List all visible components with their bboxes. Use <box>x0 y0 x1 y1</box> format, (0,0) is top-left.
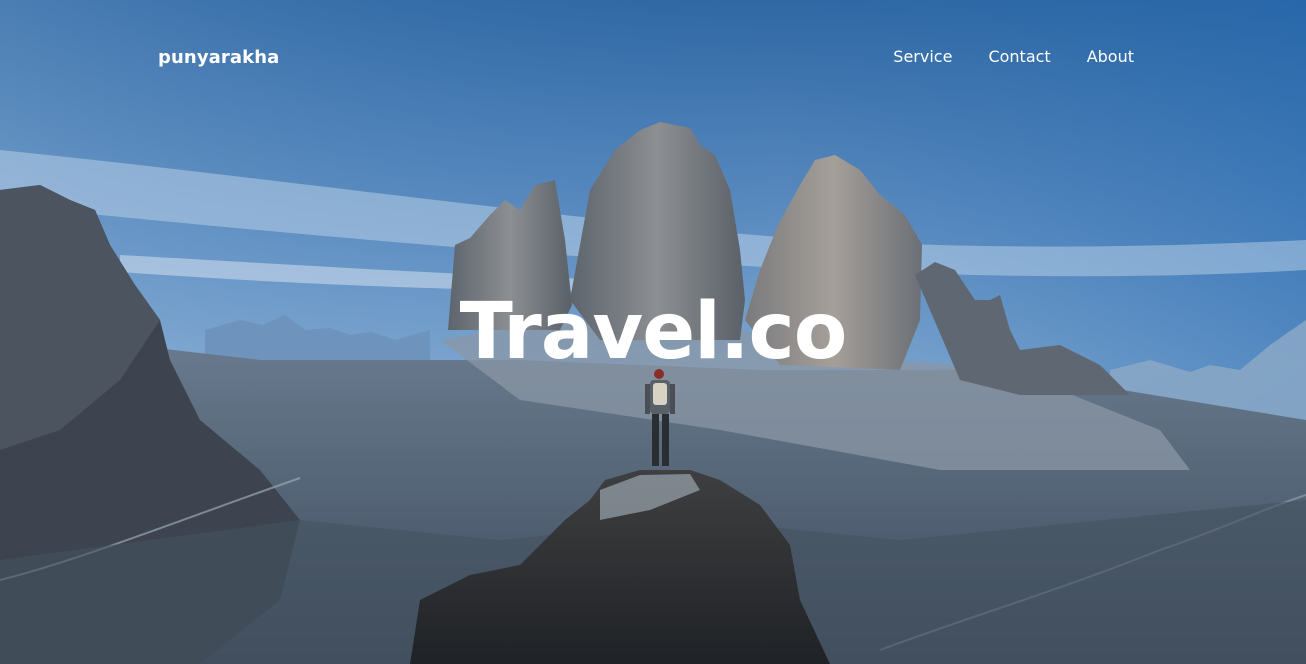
main-nav: Service Contact About <box>893 47 1134 67</box>
brand-logo[interactable]: punyarakha <box>158 47 279 68</box>
hero-section: punyarakha Service Contact About Travel.… <box>0 0 1306 664</box>
nav-item-service[interactable]: Service <box>893 47 952 67</box>
nav-item-contact[interactable]: Contact <box>988 47 1050 67</box>
hero-title: Travel.co <box>459 287 848 377</box>
nav-item-about[interactable]: About <box>1087 47 1134 67</box>
